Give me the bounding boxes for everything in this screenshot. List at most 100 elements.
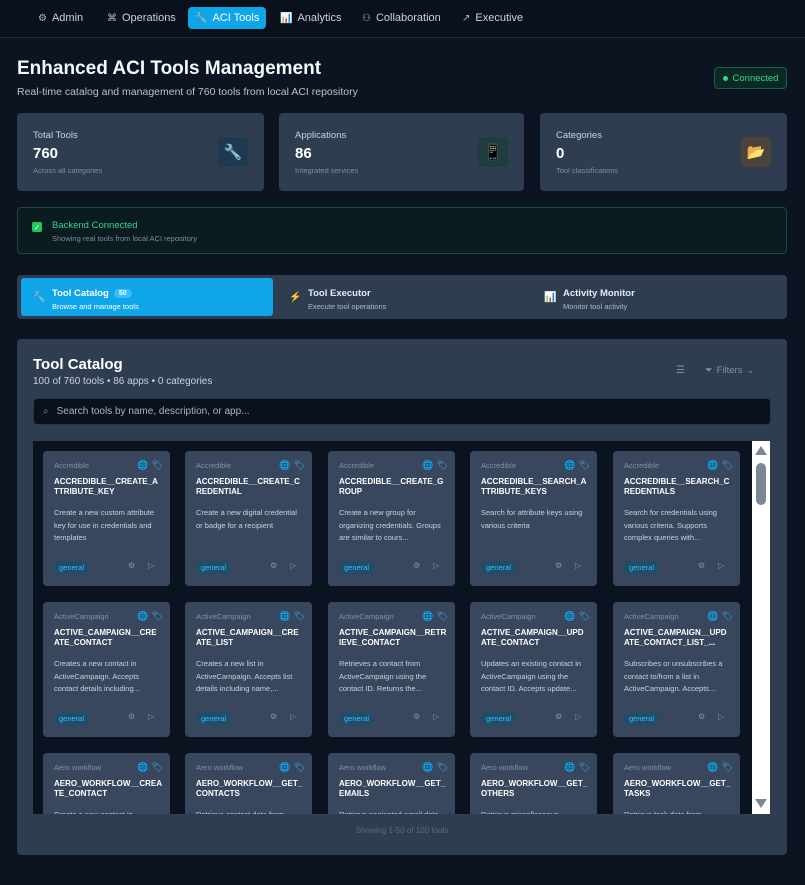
- nav-item-admin[interactable]: ⚙ Admin: [31, 7, 90, 29]
- tool-card[interactable]: Aero workflow 🌐 🏷 AERO_WORKFLOW__GET_OTHERS…: [470, 753, 597, 814]
- tab-label: Tool Executor: [308, 288, 371, 299]
- tool-card[interactable]: Accredible 🌐 🏷 ACCREDIBLE__CREATE_GROUP Crea…: [328, 451, 455, 586]
- filter-icon: ⏷: [705, 365, 713, 376]
- settings-icon[interactable]: ⚙: [413, 561, 420, 570]
- tool-card-icons: 🌐 🏷: [137, 611, 163, 622]
- nav-item-aci-tools[interactable]: 🔧 ACI Tools: [188, 7, 267, 29]
- tool-card[interactable]: ActiveCampaign 🌐 🏷 ACTIVE_CAMPAIGN__RETRIEV…: [328, 602, 455, 737]
- tag-icon: 🏷: [436, 611, 448, 621]
- play-icon[interactable]: ▷: [290, 712, 296, 721]
- play-icon[interactable]: ▷: [290, 561, 296, 570]
- globe-icon: 🌐: [707, 460, 719, 470]
- play-icon[interactable]: ▷: [148, 712, 154, 721]
- tag-icon: 🏷: [578, 460, 590, 470]
- tool-card[interactable]: Aero workflow 🌐🏷 AERO_WORKFLOW__GET_TASKS R…: [613, 753, 740, 814]
- scroll-up-icon[interactable]: [755, 446, 767, 455]
- page-title: Enhanced ACI Tools Management: [17, 58, 322, 79]
- mobile-icon: 📱: [478, 137, 508, 167]
- tool-card-icons: 🌐 🏷: [564, 762, 590, 773]
- gear-icon: ⚙: [38, 12, 47, 24]
- nav-item-executive[interactable]: ↗ Executive: [455, 7, 530, 29]
- settings-icon[interactable]: ⚙: [270, 712, 277, 721]
- settings-icon[interactable]: ⚙: [555, 712, 562, 721]
- backend-status-sub: Showing real tools from local ACI reposi…: [52, 234, 198, 243]
- tab-sub: Execute tool operations: [308, 302, 387, 311]
- globe-icon: 🌐: [707, 611, 719, 621]
- connection-status-badge: Connected: [714, 67, 787, 89]
- tool-card[interactable]: ActiveCampaign 🌐 🏷 ACTIVE_CAMPAIGN__UPDATE_…: [470, 602, 597, 737]
- tool-card[interactable]: ActiveCampaign 🌐 🏷 ACTIVE_CAMPAIGN__UPDATE_…: [613, 602, 740, 737]
- scroll-thumb[interactable]: [756, 463, 766, 505]
- settings-icon[interactable]: ⚙: [698, 561, 705, 570]
- search-input[interactable]: [56, 406, 770, 417]
- chevron-down-icon: ⌄: [746, 365, 755, 376]
- settings-icon[interactable]: ⚙: [128, 712, 135, 721]
- globe-icon: 🌐: [564, 460, 576, 470]
- tab-label-text: Tool Catalog: [52, 288, 109, 299]
- tag-icon: 🏷: [578, 762, 590, 772]
- tool-card[interactable]: Accredible 🌐 🏷 ACCREDIBLE__CREATE_ATTRIBUTE…: [43, 451, 170, 586]
- settings-icon[interactable]: ⚙: [128, 561, 135, 570]
- globe-icon: 🌐: [707, 762, 719, 772]
- tool-name: ACCREDIBLE__CREATE_GROUP: [339, 477, 444, 496]
- globe-icon: 🌐: [422, 611, 434, 621]
- scrollbar[interactable]: [752, 441, 770, 814]
- nav-item-operations[interactable]: ⌘ Operations: [100, 7, 183, 29]
- stat-sub: Tool classifications: [556, 166, 619, 175]
- stat-sub: Across all categories: [33, 166, 103, 175]
- globe-icon: 🌐: [422, 762, 434, 772]
- tool-card-icons: 🌐 🏷: [707, 762, 733, 773]
- settings-icon[interactable]: ⚙: [413, 712, 420, 721]
- tag-icon: 🏷: [151, 762, 163, 772]
- settings-icon[interactable]: ⚙: [270, 561, 277, 570]
- play-icon[interactable]: ▷: [148, 561, 154, 570]
- nav-item-analytics[interactable]: 📊 Analytics: [273, 7, 348, 29]
- tool-name: ACTIVE_CAMPAIGN__RETRIEVE_CONTACT: [339, 628, 447, 647]
- tool-card[interactable]: ActiveCampaign 🌐 🏷 ACTIVE_CAMPAIGN__CREATE_…: [43, 602, 170, 737]
- tool-card-icons: 🌐 🏷: [564, 611, 590, 622]
- tool-name: AERO_WORKFLOW__CREATE_CONTACT: [54, 779, 163, 798]
- nav-item-label: Analytics: [297, 12, 342, 24]
- tool-card-icons: 🌐 🏷: [137, 762, 163, 773]
- globe-icon: 🌐: [564, 611, 576, 621]
- play-icon[interactable]: ▷: [575, 561, 581, 570]
- play-icon[interactable]: ▷: [575, 712, 581, 721]
- nav-item-label: Collaboration: [375, 12, 441, 24]
- tag-icon: 🏷: [436, 460, 448, 470]
- tool-card[interactable]: ActiveCampaign 🌐 🏷 ACTIVE_CAMPAIGN__CREATE_…: [185, 602, 312, 737]
- category-badge: general: [54, 561, 90, 574]
- backend-status-title: Backend Connected: [52, 220, 138, 231]
- filters-button[interactable]: ⏷ Filters ⌄: [705, 365, 754, 376]
- tag-icon: 🏷: [436, 762, 448, 772]
- tool-card[interactable]: Aero workflow 🌐 🏷 AERO_WORKFLOW__CREATE_CON…: [43, 753, 170, 814]
- settings-icon[interactable]: ⚙: [698, 712, 705, 721]
- settings-icon[interactable]: ⚙: [555, 561, 562, 570]
- tab-tool-executor[interactable]: ⚡ Tool Executor Execute tool operations: [277, 278, 527, 316]
- tool-name: ACTIVE_CAMPAIGN__CREATE_CONTACT: [54, 628, 157, 647]
- category-badge: general: [339, 712, 375, 725]
- category-badge: general: [624, 712, 660, 725]
- wrench-icon: 🔧: [218, 137, 248, 167]
- tab-activity-monitor[interactable]: 📊 Activity Monitor Monitor tool activity: [532, 278, 782, 316]
- search-icon: ⌕: [43, 406, 49, 417]
- tool-card[interactable]: Accredible 🌐 🏷 ACCREDIBLE__CREATE_CREDENTIA…: [185, 451, 312, 586]
- tag-icon: 🏷: [293, 460, 305, 470]
- tool-card[interactable]: Accredible 🌐 🏷 ACCREDIBLE__SEARCH_ATTRIBUTE…: [470, 451, 597, 586]
- folder-icon: 📂: [741, 137, 771, 167]
- tool-card[interactable]: Aero workflow 🌐 🏷 AERO_WORKFLOW__GET_CONTAC…: [185, 753, 312, 814]
- nav-item-collaboration[interactable]: ⚇ Collaboration: [355, 7, 448, 29]
- stat-value: 86: [295, 145, 312, 162]
- tag-icon: 🏷: [721, 460, 733, 470]
- tab-tool-catalog[interactable]: 🔧 Tool Catalog 50 Browse and manage tools: [21, 278, 273, 316]
- play-icon[interactable]: ▷: [433, 561, 439, 570]
- play-icon[interactable]: ▷: [718, 561, 724, 570]
- scroll-down-icon[interactable]: [755, 799, 767, 808]
- play-icon[interactable]: ▷: [433, 712, 439, 721]
- backend-status-banner: ✓ Backend Connected Showing real tools f…: [17, 207, 787, 254]
- stat-value: 0: [556, 145, 565, 162]
- play-icon[interactable]: ▷: [718, 712, 724, 721]
- list-view-icon[interactable]: ☰: [676, 365, 685, 376]
- tool-card[interactable]: Accredible 🌐 🏷 ACCREDIBLE__SEARCH_CREDENTIA…: [613, 451, 740, 586]
- tool-card[interactable]: Aero workflow 🌐 🏷 AERO_WORKFLOW__GET_EMAILS…: [328, 753, 455, 814]
- stat-card-total-tools: Total Tools 760 Across all categories 🔧: [17, 113, 264, 191]
